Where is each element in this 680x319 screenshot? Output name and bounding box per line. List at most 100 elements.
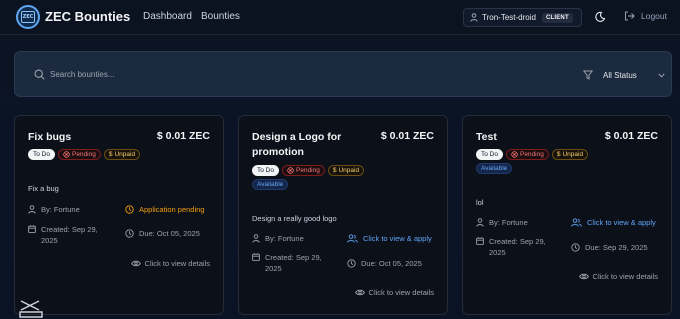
created-date: Created: Sep 29, 2025	[28, 224, 113, 246]
availability-badge: Available	[476, 163, 513, 174]
due-date: Due: Oct 05, 2025	[347, 258, 422, 269]
status-badge-pending: Pending	[281, 165, 325, 176]
created-label: Created: Sep 29, 2025	[265, 253, 322, 273]
badge-row: To Do Pending $ Unpaid Available	[252, 165, 382, 190]
dollar-icon: $	[556, 151, 561, 158]
user-name: Tron-Test-droid	[482, 13, 536, 22]
dollar-icon: $	[332, 167, 337, 174]
app-logo[interactable]: ZEC	[16, 5, 40, 29]
nav-link-bounties[interactable]: Bounties	[201, 11, 240, 22]
bounty-title: Design a Logo for promotion	[252, 131, 342, 158]
logo-mark: ZEC	[21, 11, 35, 23]
author-label: By: Fortune	[265, 234, 304, 243]
role-badge: CLIENT	[541, 12, 573, 23]
payment-badge-unpaid: $ Unpaid	[551, 149, 589, 160]
author-label: By: Fortune	[41, 205, 80, 214]
view-details-label: Click to view details	[592, 272, 658, 281]
search-input[interactable]	[50, 65, 350, 83]
application-status: Application pending	[125, 204, 204, 215]
bounty-title: Fix bugs	[28, 131, 72, 143]
eye-icon	[130, 260, 141, 267]
view-details-link[interactable]: Click to view details	[578, 272, 658, 281]
bounty-card[interactable]: Test $ 0.01 ZEC To Do Pending $ Unpaid A…	[462, 115, 672, 315]
search-filter-bar: All Status	[14, 51, 672, 97]
user-pill[interactable]: Tron-Test-droid CLIENT	[463, 8, 582, 27]
clock-icon	[125, 229, 134, 238]
application-status-label: Application pending	[139, 205, 205, 214]
filter-icon	[583, 70, 593, 80]
bounty-price: $ 0.01 ZEC	[156, 130, 210, 142]
clock-icon	[571, 243, 580, 252]
view-apply-link[interactable]: Click to view & apply	[347, 233, 432, 244]
logout-icon	[625, 11, 635, 21]
search-icon	[34, 69, 45, 80]
view-details-link[interactable]: Click to view details	[130, 259, 210, 268]
capcut-watermark-icon	[19, 300, 43, 318]
created-date: Created: Sep 29, 2025	[476, 236, 561, 258]
bounty-price: $ 0.01 ZEC	[380, 130, 434, 142]
due-date: Due: Sep 29, 2025	[571, 242, 648, 253]
x-circle-icon	[63, 151, 70, 158]
status-badge-todo: To Do	[28, 149, 55, 160]
view-details-link[interactable]: Click to view details	[354, 288, 434, 297]
users-icon	[347, 234, 358, 243]
calendar-icon	[252, 253, 260, 261]
calendar-icon	[28, 225, 36, 233]
eye-icon	[578, 273, 589, 280]
bounty-description: Design a really good logo	[252, 214, 337, 223]
badge-label: Pending	[71, 151, 96, 158]
eye-icon	[354, 289, 365, 296]
due-date: Due: Oct 05, 2025	[125, 228, 200, 239]
top-navbar: ZEC ZEC Bounties Dashboard Bounties Tron…	[0, 0, 680, 35]
status-badge-pending: Pending	[505, 149, 549, 160]
user-icon	[476, 218, 484, 227]
badge-label: Unpaid	[562, 151, 584, 158]
view-details-label: Click to view details	[368, 288, 434, 297]
view-apply-label: Click to view & apply	[587, 218, 656, 227]
view-details-label: Click to view details	[144, 259, 210, 268]
author-label: By: Fortune	[489, 218, 528, 227]
badge-label: Unpaid	[338, 167, 360, 174]
bounty-description: lol	[476, 198, 484, 207]
logout-button[interactable]: Logout	[624, 11, 667, 21]
x-circle-icon	[511, 151, 518, 158]
bounty-author: By: Fortune	[252, 233, 304, 244]
created-date: Created: Sep 29, 2025	[252, 252, 337, 274]
bounty-author: By: Fortune	[476, 217, 528, 228]
calendar-icon	[476, 237, 484, 245]
dollar-icon: $	[108, 151, 113, 158]
status-badge-pending: Pending	[57, 149, 101, 160]
chevron-down-icon	[658, 73, 665, 78]
payment-badge-unpaid: $ Unpaid	[103, 149, 141, 160]
bounty-card[interactable]: Design a Logo for promotion $ 0.01 ZEC T…	[238, 115, 448, 315]
clock-icon	[125, 205, 134, 214]
status-badge-todo: To Do	[476, 149, 503, 160]
badge-row: To Do Pending $ Unpaid	[28, 149, 218, 160]
bounty-title: Test	[476, 131, 497, 143]
bounty-card[interactable]: Fix bugs $ 0.01 ZEC To Do Pending $ Unpa…	[14, 115, 224, 315]
badge-label: Pending	[519, 151, 544, 158]
bounty-author: By: Fortune	[28, 204, 80, 215]
status-filter-value: All Status	[603, 70, 637, 80]
moon-icon[interactable]	[594, 11, 606, 23]
due-label: Due: Oct 05, 2025	[139, 229, 200, 238]
user-icon	[252, 234, 260, 243]
payment-badge-unpaid: $ Unpaid	[327, 165, 365, 176]
user-icon	[470, 13, 478, 22]
view-apply-label: Click to view & apply	[363, 234, 432, 243]
status-filter-select[interactable]: All Status	[598, 66, 670, 84]
badge-label: Unpaid	[114, 151, 136, 158]
nav-link-dashboard[interactable]: Dashboard	[143, 11, 192, 22]
availability-badge: Available	[252, 179, 289, 190]
created-label: Created: Sep 29, 2025	[41, 225, 98, 245]
bounty-price: $ 0.01 ZEC	[604, 130, 658, 142]
brand-name[interactable]: ZEC Bounties	[45, 9, 130, 24]
logout-label: Logout	[641, 11, 667, 21]
created-label: Created: Sep 29, 2025	[489, 237, 546, 257]
bounty-description: Fix a bug	[28, 184, 59, 193]
x-circle-icon	[287, 167, 294, 174]
status-badge-todo: To Do	[252, 165, 279, 176]
badge-row: To Do Pending $ Unpaid Available	[476, 149, 606, 174]
view-apply-link[interactable]: Click to view & apply	[571, 217, 656, 228]
due-label: Due: Oct 05, 2025	[361, 259, 422, 268]
